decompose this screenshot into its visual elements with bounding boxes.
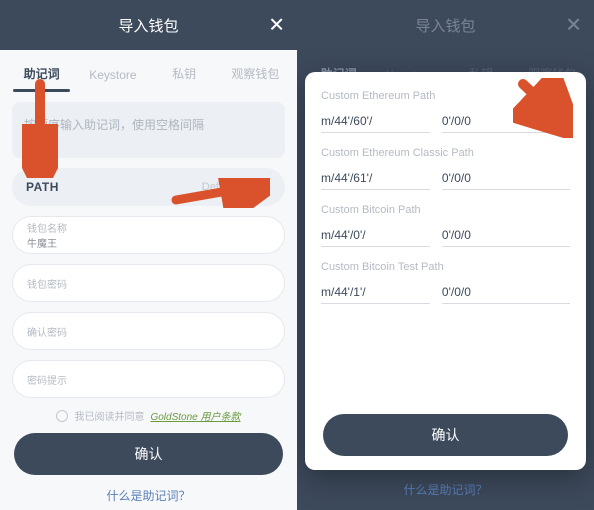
modal-confirm-button[interactable]: 确认 xyxy=(323,414,568,456)
path-prefix-input[interactable]: m/44'/1'/ xyxy=(321,281,430,304)
footer-help-link[interactable]: 什么是助记词？ xyxy=(297,481,594,498)
content: 按顺序输入助记词，使用空格间隔 PATH Default Path › 钱包名称… xyxy=(0,92,297,510)
header: 导入钱包 ✕ xyxy=(297,0,594,50)
path-group-eth: Custom Ethereum Path m/44'/60'/ 0'/0/0 xyxy=(321,90,570,133)
wallet-password-input[interactable]: 钱包密码 xyxy=(12,264,285,302)
terms-row: 我已阅读并同意 GoldStone 用户条款 xyxy=(12,408,285,423)
terms-radio[interactable] xyxy=(56,410,68,422)
path-group-btc-test: Custom Bitcoin Test Path m/44'/1'/ 0'/0/… xyxy=(321,261,570,304)
close-icon[interactable]: ✕ xyxy=(268,13,285,38)
path-suffix-input[interactable]: 0'/0/0 xyxy=(442,110,570,133)
header-title: 导入钱包 xyxy=(415,15,475,36)
screen-import-main: 导入钱包 ✕ 助记词 Keystore 私钥 观察钱包 按顺序输入助记词，使用空… xyxy=(0,0,297,510)
footer-help-link[interactable]: 什么是助记词？ xyxy=(12,487,285,504)
wallet-name-input[interactable]: 钱包名称 牛魔王 xyxy=(12,216,285,254)
path-prefix-input[interactable]: m/44'/0'/ xyxy=(321,224,430,247)
tabs: 助记词 Keystore 私钥 观察钱包 xyxy=(0,50,297,92)
path-prefix-input[interactable]: m/44'/60'/ xyxy=(321,110,430,133)
path-title: Custom Bitcoin Test Path xyxy=(321,261,570,273)
tab-mnemonic[interactable]: 助记词 xyxy=(6,65,77,92)
path-value: Default Path › xyxy=(202,179,271,195)
terms-link[interactable]: GoldStone 用户条款 xyxy=(150,408,240,423)
tab-watch[interactable]: 观察钱包 xyxy=(220,65,291,92)
header-title: 导入钱包 xyxy=(118,15,178,36)
path-suffix-input[interactable]: 0'/0/0 xyxy=(442,167,570,190)
confirm-button[interactable]: 确认 xyxy=(14,433,283,475)
tab-keystore[interactable]: Keystore xyxy=(77,68,148,92)
screen-import-path-modal: 导入钱包 ✕ 助记词 Keystore 私钥 观察钱包 确认 什么是助记词？ C… xyxy=(297,0,594,510)
confirm-password-input[interactable]: 确认密码 xyxy=(12,312,285,350)
path-selector[interactable]: PATH Default Path › xyxy=(12,168,285,206)
tab-privatekey[interactable]: 私钥 xyxy=(149,65,220,92)
path-prefix-input[interactable]: m/44'/61'/ xyxy=(321,167,430,190)
path-suffix-input[interactable]: 0'/0/0 xyxy=(442,281,570,304)
path-title: Custom Ethereum Classic Path xyxy=(321,147,570,159)
close-icon[interactable]: ✕ xyxy=(565,13,582,38)
header: 导入钱包 ✕ xyxy=(0,0,297,50)
custom-path-modal: Custom Ethereum Path m/44'/60'/ 0'/0/0 C… xyxy=(305,72,586,470)
chevron-right-icon: › xyxy=(266,179,271,195)
path-group-btc: Custom Bitcoin Path m/44'/0'/ 0'/0/0 xyxy=(321,204,570,247)
terms-prefix: 我已阅读并同意 xyxy=(74,408,144,423)
mnemonic-input[interactable]: 按顺序输入助记词，使用空格间隔 xyxy=(12,102,285,158)
path-title: Custom Bitcoin Path xyxy=(321,204,570,216)
path-title: Custom Ethereum Path xyxy=(321,90,570,102)
password-hint-input[interactable]: 密码提示 xyxy=(12,360,285,398)
path-group-etc: Custom Ethereum Classic Path m/44'/61'/ … xyxy=(321,147,570,190)
path-label: PATH xyxy=(26,180,59,194)
path-suffix-input[interactable]: 0'/0/0 xyxy=(442,224,570,247)
